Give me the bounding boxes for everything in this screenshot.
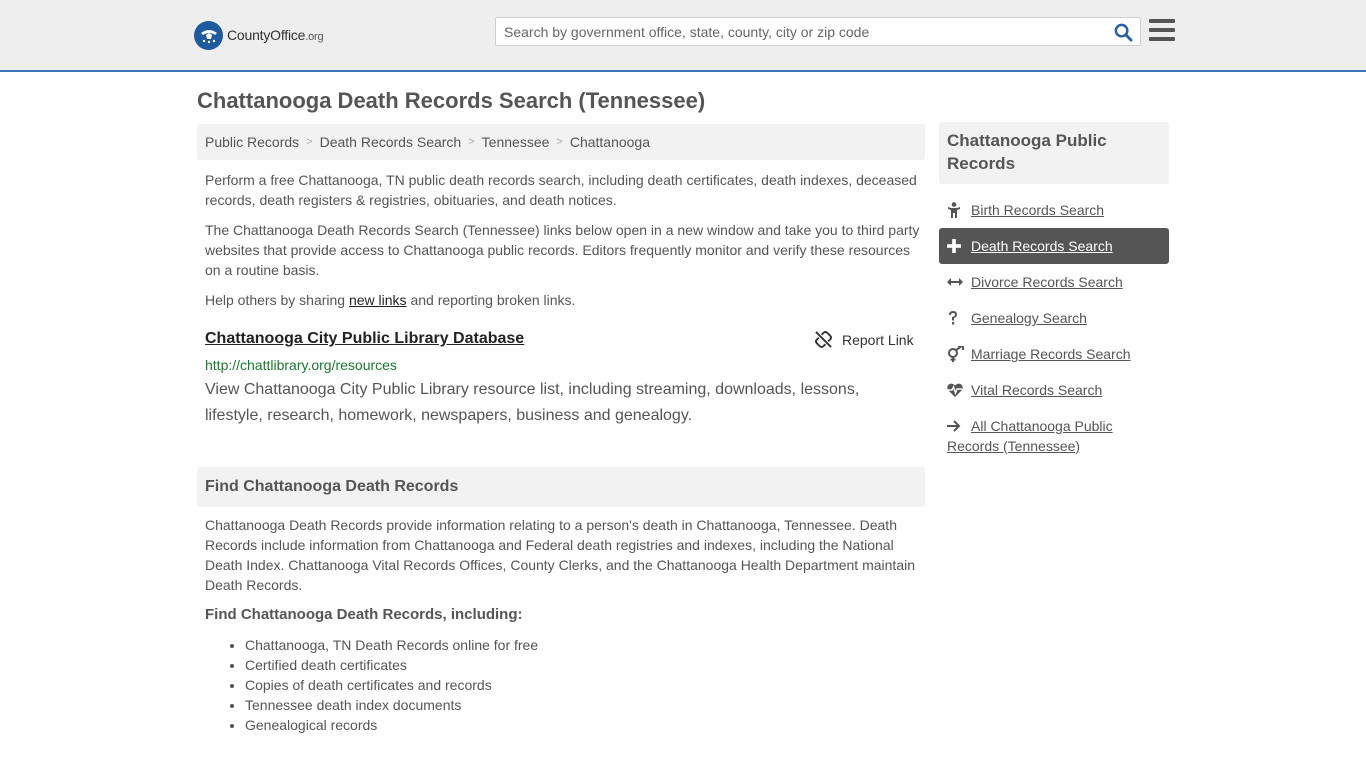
list-item: Copies of death certificates and records xyxy=(245,675,538,695)
heartbeat-icon xyxy=(947,380,971,400)
sidebar-item-divorce-records[interactable]: Divorce Records Search xyxy=(939,272,1169,292)
sidebar-heading: Chattanooga Public Records xyxy=(939,122,1169,184)
venus-mars-icon xyxy=(947,344,971,364)
logo-text: CountyOffice.org xyxy=(227,27,324,43)
new-links-link[interactable]: new links xyxy=(349,292,407,308)
share-text-after: and reporting broken links. xyxy=(406,292,576,308)
sidebar-item-label[interactable]: Birth Records Search xyxy=(971,200,1104,220)
sidebar-item-birth-records[interactable]: Birth Records Search xyxy=(939,200,1169,220)
breadcrumb-separator: > xyxy=(468,136,475,148)
logo-tld: .org xyxy=(305,31,324,43)
broken-link-icon xyxy=(815,331,832,348)
sidebar-item-label[interactable]: Genealogy Search xyxy=(971,308,1087,328)
search-box xyxy=(495,17,1141,46)
record-title-link[interactable]: Chattanooga City Public Library Database xyxy=(205,330,524,348)
find-section-body: Chattanooga Death Records provide inform… xyxy=(205,517,916,593)
sidebar-item-marriage-records[interactable]: Marriage Records Search xyxy=(939,344,1169,364)
logo-main: CountyOffice xyxy=(227,27,306,43)
search-icon xyxy=(1114,23,1133,42)
arrows-horizontal-icon xyxy=(947,272,971,292)
sidebar-item-label[interactable]: Divorce Records Search xyxy=(971,272,1123,292)
breadcrumb: Public Records > Death Records Search > … xyxy=(197,124,925,160)
share-text-before: Help others by sharing xyxy=(205,292,349,308)
sidebar-item-vital-records[interactable]: Vital Records Search xyxy=(939,380,1169,400)
site-logo[interactable]: CountyOffice.org xyxy=(194,20,324,50)
logo-seal-icon xyxy=(194,20,223,50)
sidebar-item-death-records[interactable]: Death Records Search xyxy=(939,228,1169,264)
child-icon xyxy=(947,200,971,220)
intro-paragraph-2: The Chattanooga Death Records Search (Te… xyxy=(205,222,920,278)
list-item: Chattanooga, TN Death Records online for… xyxy=(245,635,538,655)
question-icon xyxy=(947,308,971,328)
sidebar-item-all-public-records-label[interactable]: All Chattanooga Public Records (Tennesse… xyxy=(947,416,1147,456)
breadcrumb-chattanooga[interactable]: Chattanooga xyxy=(570,134,650,150)
find-list: Chattanooga, TN Death Records online for… xyxy=(245,635,538,735)
list-item: Certified death certificates xyxy=(245,655,538,675)
breadcrumb-public-records[interactable]: Public Records xyxy=(205,134,299,150)
intro-paragraph-1: Perform a free Chattanooga, TN public de… xyxy=(205,172,917,208)
breadcrumb-separator: > xyxy=(556,136,563,148)
plus-icon xyxy=(947,236,971,256)
breadcrumb-separator: > xyxy=(306,136,313,148)
record-description: View Chattanooga City Public Library res… xyxy=(205,381,860,424)
report-link-label: Report Link xyxy=(842,331,914,348)
intro-paragraph-3: Help others by sharing new links and rep… xyxy=(205,290,920,310)
sidebar-item-label[interactable]: Vital Records Search xyxy=(971,380,1102,400)
sidebar-item-label[interactable]: Death Records Search xyxy=(971,236,1113,256)
find-section-heading: Find Chattanooga Death Records xyxy=(197,467,925,507)
list-item: Tennessee death index documents xyxy=(245,695,538,715)
search-button[interactable] xyxy=(1112,22,1134,42)
record-url: http://chattlibrary.org/resources xyxy=(205,357,397,373)
search-input[interactable] xyxy=(496,18,1106,45)
page-title: Chattanooga Death Records Search (Tennes… xyxy=(197,88,706,113)
sidebar-item-label[interactable]: Marriage Records Search xyxy=(971,344,1131,364)
find-subheading: Find Chattanooga Death Records, includin… xyxy=(205,606,523,623)
list-item: Genealogical records xyxy=(245,715,538,735)
breadcrumb-tennessee[interactable]: Tennessee xyxy=(482,134,550,150)
sidebar-item-genealogy[interactable]: Genealogy Search xyxy=(939,308,1169,328)
breadcrumb-death-records-search[interactable]: Death Records Search xyxy=(320,134,462,150)
report-link-button[interactable]: Report Link xyxy=(815,331,914,348)
top-bar: CountyOffice.org xyxy=(0,0,1366,72)
hamburger-menu-icon[interactable] xyxy=(1149,19,1175,41)
